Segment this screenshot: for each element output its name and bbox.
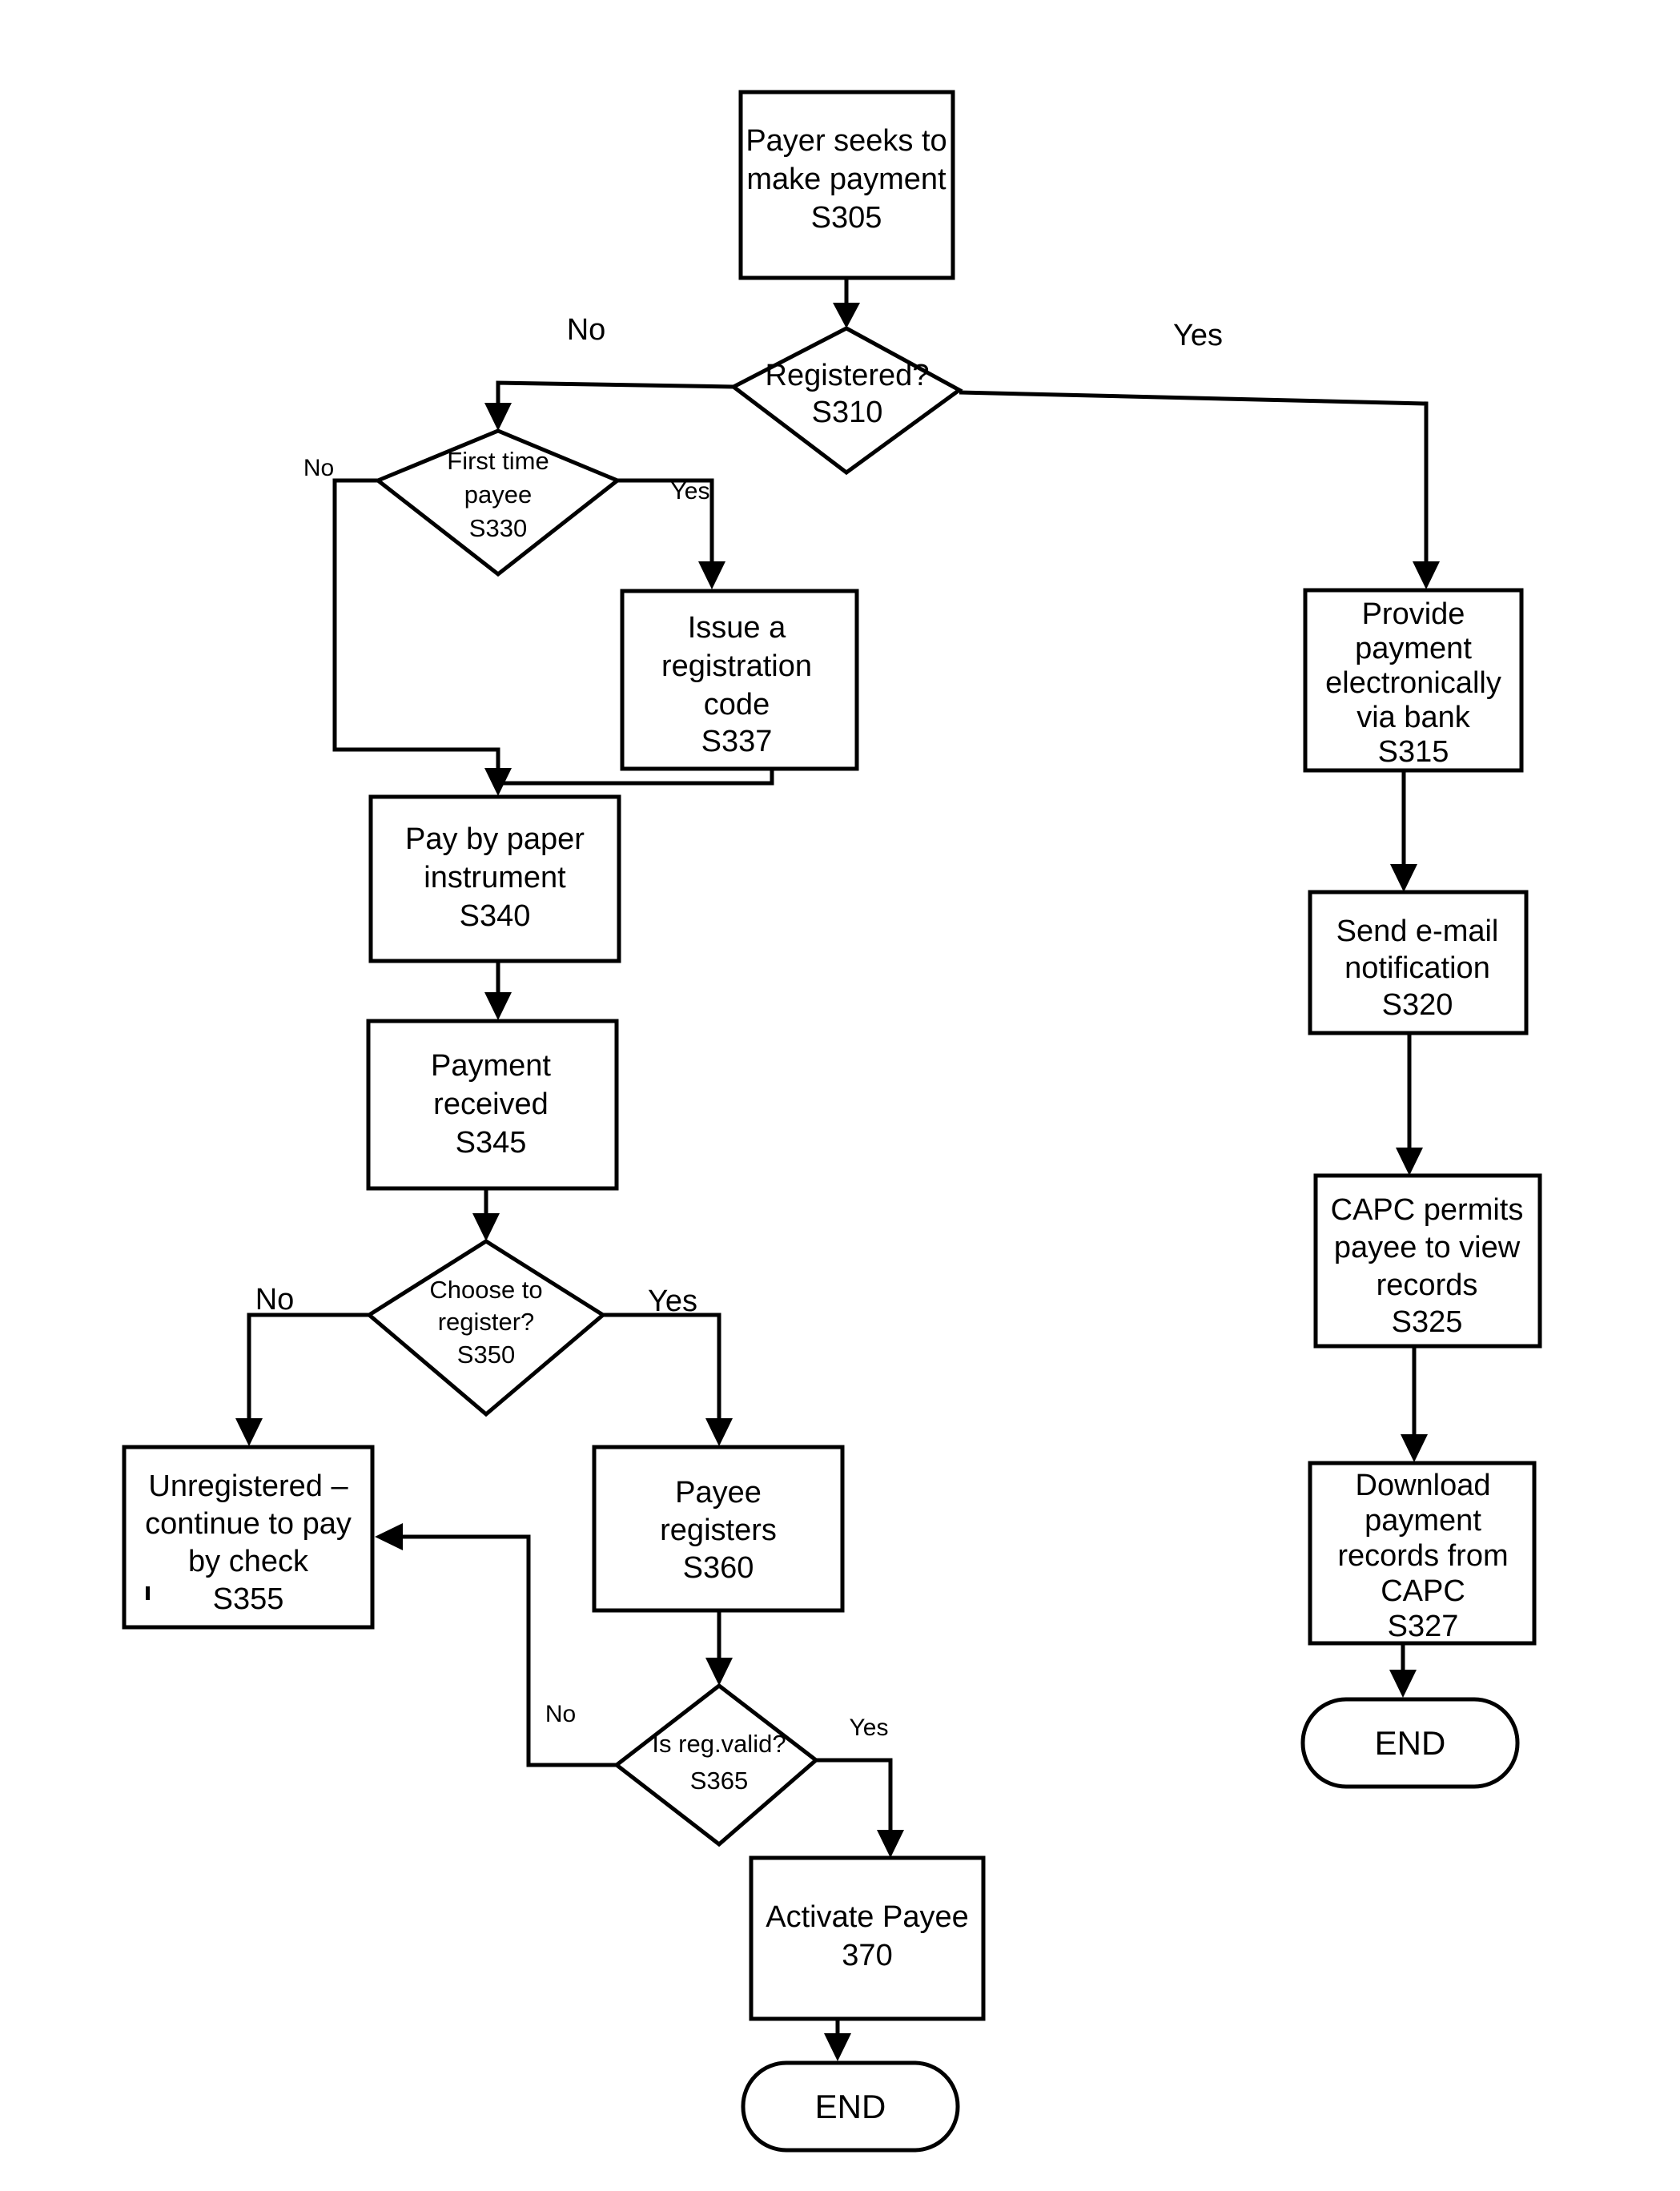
node-370[interactable]: Activate Payee 370 [749, 1855, 986, 2021]
node-s310-line-0: Registered? [766, 359, 930, 392]
node-s310[interactable]: Registered? S310 [729, 326, 963, 476]
node-s305-line-0: Payer seeks to [746, 124, 947, 158]
node-s327[interactable]: Download payment records from CAPC S327 [1308, 1461, 1537, 1646]
node-s325-line-3: S325 [1392, 1305, 1463, 1339]
node-s315-line-3: via bank [1356, 701, 1471, 734]
node-s345-line-0: Payment [431, 1049, 551, 1083]
node-s340-line-0: Pay by paper [405, 822, 585, 856]
node-s330-line-0: First time [447, 447, 549, 475]
node-s320-line-1: notification [1344, 951, 1490, 985]
node-s330-line-1: payee [464, 480, 532, 509]
node-s355[interactable]: Unregistered – continue to pay by check … [122, 1445, 375, 1630]
connector-s365-no-to-s355 [375, 1523, 617, 1767]
node-s320-line-0: Send e-mail [1336, 915, 1499, 948]
edge-label-s330-yes: Yes [671, 478, 710, 505]
node-s360-line-0: Payee [675, 1476, 762, 1510]
node-s345-line-1: received [433, 1087, 549, 1121]
node-s330-line-2: S330 [469, 514, 527, 542]
connector-s305-to-s310 [833, 278, 860, 328]
node-s355-line-3: S355 [213, 1582, 284, 1616]
node-s360[interactable]: Payee registers S360 [592, 1445, 845, 1613]
node-s305-line-2: S305 [811, 201, 882, 235]
node-s305[interactable]: Payer seeks to make payment S305 [738, 90, 955, 280]
connector-s337-to-s340 [503, 769, 774, 786]
node-s327-line-2: records from [1337, 1539, 1508, 1573]
node-s350-line-2: S350 [457, 1341, 515, 1369]
node-s337-line-0: Issue a [688, 611, 786, 645]
node-s350[interactable]: Choose to register? S350 [365, 1239, 607, 1417]
node-s365-line-0: Is reg.valid? [652, 1730, 786, 1758]
node-end-bottom-label: END [815, 2088, 886, 2125]
connector-s327-to-end-right [1389, 1643, 1417, 1698]
node-s315-line-1: payment [1355, 632, 1472, 665]
connector-s345-to-s350 [472, 1188, 500, 1241]
node-s320[interactable]: Send e-mail notification S320 [1308, 890, 1529, 1035]
node-s350-line-1: register? [438, 1308, 535, 1336]
node-370-line-1: 370 [842, 1939, 892, 1972]
edge-label-s310-no: No [567, 313, 606, 347]
scan-speck [146, 1586, 150, 1600]
node-s305-line-1: make payment [746, 163, 947, 196]
connector-s325-to-s327 [1401, 1346, 1428, 1462]
node-s337[interactable]: Issue a registration code S337 [620, 589, 859, 771]
node-s327-line-1: payment [1364, 1504, 1481, 1538]
edge-label-s350-no: No [255, 1283, 295, 1317]
node-s355-line-1: continue to pay [145, 1507, 352, 1541]
node-s365[interactable]: Is reg.valid? S365 [613, 1682, 819, 1847]
edge-label-s310-yes: Yes [1173, 319, 1223, 352]
node-s315[interactable]: Provide payment electronically via bank … [1303, 588, 1524, 773]
node-s325-line-0: CAPC permits [1331, 1193, 1524, 1227]
connector-s315-to-s320 [1390, 770, 1417, 892]
flowchart-canvas: Payer seeks to make payment S305 Registe… [0, 0, 1680, 2191]
edge-label-s330-no: No [303, 455, 334, 481]
node-end-right[interactable]: END [1300, 1697, 1520, 1789]
flowchart-svg: Payer seeks to make payment S305 Registe… [122, 90, 1542, 2153]
node-s327-line-3: CAPC [1381, 1574, 1465, 1608]
node-s345-line-2: S345 [456, 1126, 527, 1160]
node-s345[interactable]: Payment received S345 [366, 1019, 619, 1191]
node-s330[interactable]: First time payee S330 [374, 428, 621, 577]
connector-s350-yes-to-s360 [603, 1313, 733, 1446]
connector-s365-yes-to-370 [816, 1758, 904, 1858]
node-s337-line-3: S337 [701, 725, 773, 758]
node-s340[interactable]: Pay by paper instrument S340 [368, 794, 621, 963]
node-s340-line-2: S340 [460, 899, 531, 933]
edge-label-s350-yes: Yes [648, 1284, 697, 1318]
node-370-line-0: Activate Payee [766, 1900, 968, 1934]
node-end-right-label: END [1375, 1724, 1446, 1762]
node-s325[interactable]: CAPC permits payee to view records S325 [1313, 1173, 1542, 1349]
node-s340-line-1: instrument [424, 861, 566, 894]
node-s325-line-1: payee to view [1334, 1231, 1521, 1264]
connector-s340-to-s345 [484, 961, 512, 1020]
edge-label-s365-yes: Yes [850, 1715, 889, 1741]
connector-s360-to-s365 [705, 1610, 733, 1686]
node-s327-line-4: S327 [1388, 1610, 1459, 1643]
node-s320-line-2: S320 [1382, 988, 1453, 1022]
connector-s320-to-s325 [1396, 1033, 1423, 1176]
node-s355-line-2: by check [188, 1545, 309, 1578]
node-s310-line-1: S310 [812, 396, 883, 429]
node-s325-line-2: records [1377, 1268, 1478, 1302]
connector-s350-no-to-s355 [235, 1313, 369, 1446]
node-s327-line-0: Download [1356, 1469, 1491, 1502]
node-end-bottom[interactable]: END [741, 2060, 960, 2153]
node-s360-line-2: S360 [683, 1551, 754, 1585]
node-s315-line-2: electronically [1325, 666, 1501, 700]
node-s365-line-1: S365 [690, 1767, 748, 1795]
node-s360-line-1: registers [660, 1514, 777, 1547]
node-s315-line-0: Provide [1362, 597, 1465, 631]
connector-370-to-end-bottom [824, 2019, 851, 2061]
connector-s310-yes-to-s315 [959, 390, 1440, 589]
node-s315-line-4: S315 [1378, 735, 1449, 769]
node-s355-line-0: Unregistered – [148, 1469, 348, 1503]
node-s350-line-0: Choose to [429, 1276, 542, 1304]
edge-label-s365-no: No [545, 1701, 576, 1727]
node-s337-line-1: registration [661, 649, 812, 683]
node-s337-line-2: code [704, 688, 770, 722]
connector-s310-no-to-s330 [484, 380, 734, 431]
